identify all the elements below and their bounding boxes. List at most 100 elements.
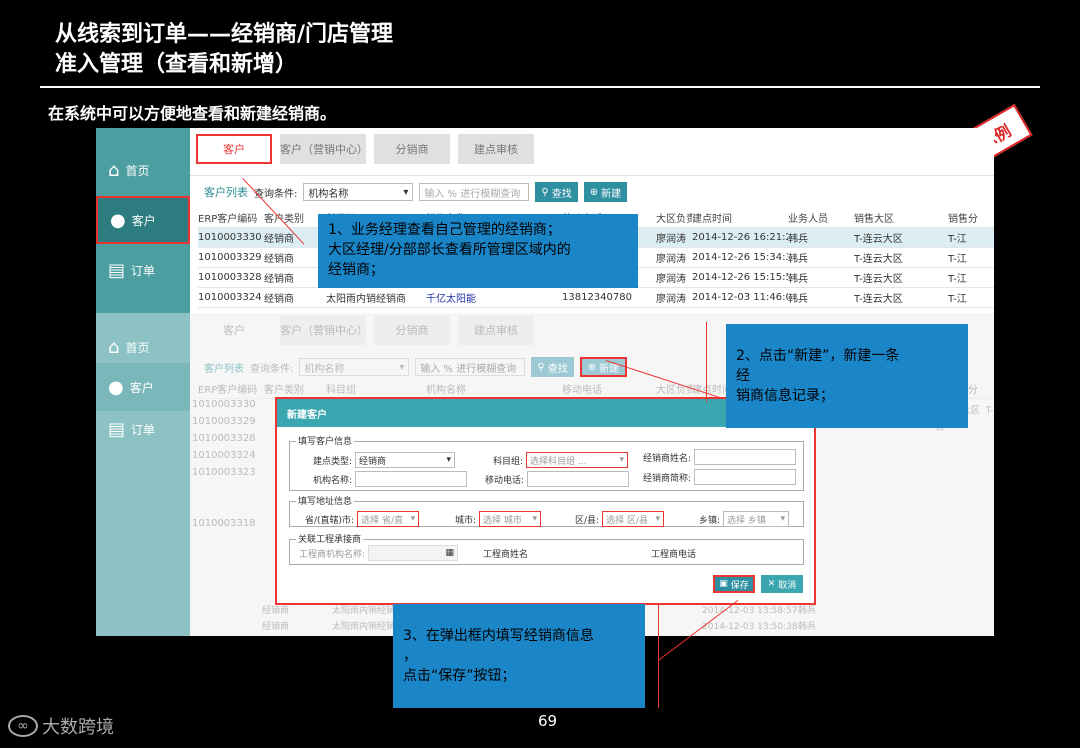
search-button[interactable]: ⚲ 查找 (531, 357, 574, 377)
city-select[interactable]: 选择 城市 ▾ (479, 511, 542, 527)
pointer-line-3a (658, 604, 659, 708)
search-icon: ⚲ (541, 186, 549, 198)
chevron-down-icon: ▾ (532, 514, 538, 524)
query-select[interactable]: 机构名称 ▾ (299, 358, 410, 376)
col-header[interactable]: ERP客户编码 (198, 210, 264, 225)
chevron-down-icon: ▾ (399, 361, 405, 373)
field-label: 省/(直辖)市: (305, 515, 355, 526)
title-divider (40, 86, 1040, 88)
cell-branch: T-江 (948, 254, 967, 265)
customer-list-label[interactable]: 客户列表 (204, 184, 248, 200)
col-header[interactable]: 销售分 (948, 210, 978, 225)
search-input[interactable]: 输入 % 进行模糊查询 (415, 358, 526, 376)
district-placeholder: 选择 区/县 (606, 515, 648, 526)
document-icon: ▤ (108, 418, 126, 440)
field-label: 建点类型: (313, 456, 353, 467)
cell-region: T-连云大区 (854, 234, 903, 245)
callout-line: 点击“保存”按钮； (403, 668, 516, 684)
eng-org-field: 工程商机构名称: ▦ (299, 545, 459, 561)
customer-list-label[interactable]: 客户列表 (204, 360, 244, 375)
group-legend: 填写地址信息 (296, 494, 355, 507)
owner-name-input[interactable] (694, 449, 797, 465)
tab-customer-marketing[interactable]: 客户（营销中心） (280, 134, 368, 164)
col-header[interactable]: 机构名称 (426, 381, 562, 396)
cell-code: 1010003328 (198, 272, 262, 283)
cell-org[interactable]: 千亿太阳能 (426, 290, 562, 305)
brand-logo: ∞ 大数跨境 (8, 713, 114, 739)
cell-manager: 廖润涛 (656, 294, 686, 305)
sidebar-item-customer[interactable]: ● 客户 (96, 363, 190, 411)
calendar-icon: ▦ (445, 548, 455, 558)
city-field: 城市: 选择 城市 ▾ (455, 511, 542, 527)
town-select[interactable]: 选择 乡镇 ▾ (723, 511, 790, 527)
tab-customer[interactable]: 客户 (196, 134, 272, 164)
tab-site-review[interactable]: 建点审核 (458, 315, 534, 345)
save-icon: ▣ (719, 579, 728, 589)
tab-customer[interactable]: 客户 (196, 315, 272, 345)
cell-region: T-连云大区 (854, 274, 903, 285)
field-label: 机构名称: (313, 475, 353, 486)
col-header[interactable]: 建点时间 (692, 210, 788, 225)
cell-region: T-连云大区 (854, 254, 903, 265)
subject-select[interactable]: 选择科目组 ... ▾ (526, 452, 629, 468)
col-header[interactable]: 大区负责人 (656, 210, 692, 225)
sidebar-item-label: 订单 (131, 263, 156, 278)
cell-type: 经销商 (264, 294, 294, 305)
save-button[interactable]: ▣ 保存 (713, 575, 755, 593)
mobile-input[interactable] (527, 471, 630, 487)
sidebar-item-orders[interactable]: ▤ 订单 (96, 405, 190, 453)
district-select[interactable]: 选择 区/县 ▾ (602, 511, 665, 527)
subject-placeholder: 选择科目组 ... (530, 456, 587, 467)
sidebar-item-label: 首页 (125, 340, 150, 355)
search-icon: ⚲ (537, 361, 545, 373)
col-header[interactable]: 客户类别 (264, 381, 326, 396)
org-name-input[interactable] (355, 471, 468, 487)
col-header[interactable]: ERP客户编码 (198, 381, 264, 396)
new-button[interactable]: ⊕ 新建 (583, 182, 628, 202)
sidebar-item-home[interactable]: ⌂ 首页 (96, 146, 190, 194)
tab-distributor[interactable]: 分销商 (374, 315, 450, 345)
sidebar: ⌂ 首页 ● 客户 ▤ 订单 (96, 128, 190, 313)
faded-cell: 经销商 (262, 622, 290, 632)
sidebar-item-customer[interactable]: ● 客户 (96, 196, 190, 244)
col-header[interactable]: 移动电话 (562, 381, 656, 396)
document-icon: ▤ (108, 259, 126, 281)
field-label: 工程商电话 (651, 550, 697, 560)
callout-line: 3、在弹出框内填写经销商信息 (403, 628, 594, 644)
table-row[interactable]: 1010003324 经销商 太阳雨内销经销商 千亿太阳能 13812340780 廖润涛… (198, 288, 994, 308)
new-button[interactable]: ⊕ 新建 (579, 357, 628, 377)
eng-org-input[interactable]: ▦ (368, 545, 459, 561)
tab-site-review[interactable]: 建点审核 (458, 134, 534, 164)
chevron-down-icon: ▾ (780, 514, 786, 524)
col-header[interactable]: 科目组 (326, 381, 426, 396)
cell-time: 2014-12-03 11:46:00 (692, 292, 788, 303)
callout-step-1: 1、业务经理查看自己管理的经销商； 大区经理/分部部长查看所管理区域内的 经销商… (318, 214, 638, 288)
field-label: 区/县: (575, 515, 600, 526)
toolbar: 客户列表 查询条件: 机构名称 ▾ 输入 % 进行模糊查询 ⚲ 查找 ⊕ 新建 (190, 180, 994, 204)
cancel-button[interactable]: ✕ 取消 (761, 575, 803, 593)
search-input[interactable]: 输入 % 进行模糊查询 (419, 183, 530, 201)
province-field: 省/(直辖)市: 选择 省/直 ▾ (305, 511, 420, 527)
new-button-label: 新建 (601, 188, 622, 200)
col-header[interactable]: 业务人员 (788, 210, 854, 225)
slide-title-line2: 准入管理（查看和新增） (55, 52, 298, 77)
field-label: 工程商姓名 (483, 550, 529, 560)
tab-customer-marketing[interactable]: 客户（营销中心） (280, 315, 368, 345)
site-type-select[interactable]: 经销商 ▾ (355, 452, 456, 468)
chevron-down-icon: ▾ (410, 514, 416, 524)
query-select-value: 机构名称 (304, 363, 345, 375)
cell-manager: 廖润涛 (656, 274, 686, 285)
short-name-input[interactable] (694, 469, 797, 485)
query-select[interactable]: 机构名称 ▾ (303, 183, 414, 201)
col-header[interactable]: 销售大区 (854, 210, 948, 225)
sidebar-faded: ⌂ 首页 ● 客户 ▤ 订单 (96, 313, 190, 636)
callout-step-3: 3、在弹出框内填写经销商信息 ， 点击“保存”按钮； (393, 604, 645, 708)
tab-distributor[interactable]: 分销商 (374, 134, 450, 164)
sidebar-item-orders[interactable]: ▤ 订单 (96, 246, 190, 294)
province-select[interactable]: 选择 省/直 ▾ (357, 511, 420, 527)
field-label: 经销商简称: (643, 473, 692, 484)
chevron-down-icon: ▾ (619, 455, 625, 465)
town-field: 乡镇: 选择 乡镇 ▾ (699, 511, 790, 527)
slide-title-line1: 从线索到订单——经销商/门店管理 (55, 22, 394, 47)
search-button[interactable]: ⚲ 查找 (535, 182, 578, 202)
